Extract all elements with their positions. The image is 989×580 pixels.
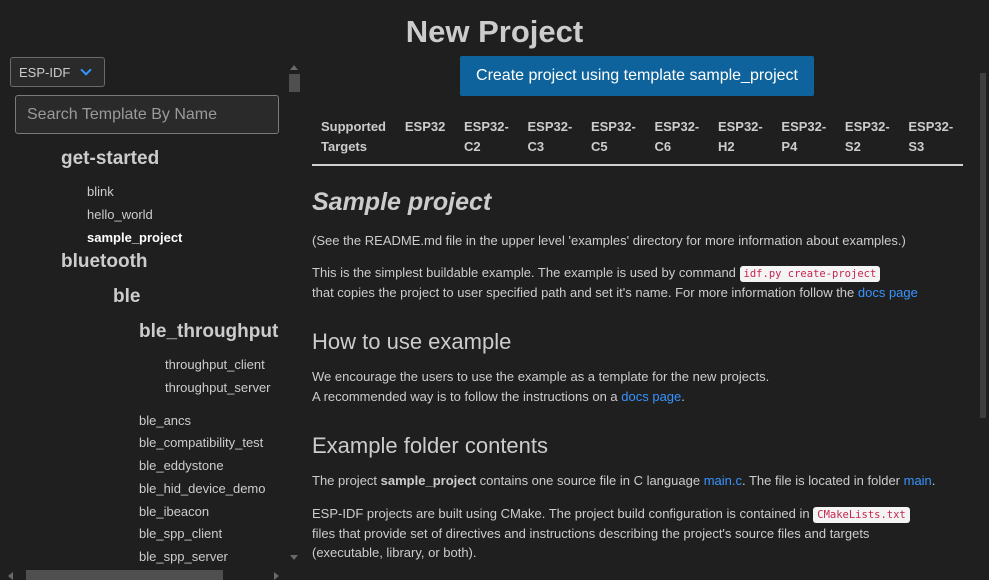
targets-header-line2: Targets xyxy=(321,139,367,154)
tree-item-ble-eddystone[interactable]: ble_eddystone xyxy=(139,458,224,473)
target-column-7: ESP32- S2 xyxy=(835,108,900,166)
tree-item-throughput-server[interactable]: throughput_server xyxy=(165,380,271,395)
target-column-0: ESP32 xyxy=(395,108,455,166)
target-label: C2 xyxy=(464,139,481,154)
f2-text-a: ESP-IDF projects are built using CMake. … xyxy=(312,506,814,521)
tree-item-ble-spp-server[interactable]: ble_spp_server xyxy=(139,549,228,564)
scroll-up-arrow-icon[interactable] xyxy=(290,65,298,70)
tree-item-blink[interactable]: blink xyxy=(87,184,114,199)
tree-folder-bluetooth[interactable]: bluetooth xyxy=(61,251,148,273)
docs-page-link-2[interactable]: docs page xyxy=(621,389,681,404)
tree-item-ble-spp-client[interactable]: ble_spp_client xyxy=(139,526,222,541)
how-2-text-b: . xyxy=(681,389,685,404)
how-to-use-text-1: We encourage the users to use the exampl… xyxy=(312,369,770,384)
f1-text-d: . xyxy=(931,473,936,488)
target-label: H2 xyxy=(717,139,735,154)
target-column-5: ESP32- H2 xyxy=(708,108,773,166)
target-label: P4 xyxy=(781,139,798,154)
target-label: C3 xyxy=(527,139,545,154)
readme-title: Sample project xyxy=(312,188,492,216)
targets-header-row: Supported Targets ESP32 ESP32- C2 ESP32- C3 E… xyxy=(312,108,963,166)
docs-page-link[interactable]: docs page xyxy=(858,285,918,300)
target-label: ESP32- xyxy=(654,119,700,134)
f1-text-a: The project xyxy=(312,473,381,488)
folder-contents-text-1: The project sample_project contains one … xyxy=(312,471,935,491)
template-list-scrollbar[interactable] xyxy=(289,74,300,92)
framework-select-value: ESP-IDF xyxy=(19,64,71,80)
readme-paragraph-1a: This is the simplest buildable example. … xyxy=(312,263,881,283)
readme-paragraph-1b: that copies the project to user specifie… xyxy=(312,283,918,303)
tree-folder-ble[interactable]: ble xyxy=(113,286,140,308)
target-label: C5 xyxy=(590,139,608,154)
targets-header-line1: Supported xyxy=(321,119,386,134)
target-label: ESP32- xyxy=(844,119,890,134)
readme-intro: (See the README.md file in the upper lev… xyxy=(312,233,906,248)
template-search-input[interactable] xyxy=(15,95,279,134)
page-title: New Project xyxy=(405,14,584,49)
target-label: C6 xyxy=(654,139,672,154)
template-list-hscrollbar[interactable] xyxy=(26,570,223,580)
target-label: ESP32- xyxy=(908,119,954,134)
folder-contents-text-2: ESP-IDF projects are built using CMake. … xyxy=(312,504,910,524)
target-column-8: ESP32- S3 xyxy=(899,108,963,166)
target-column-3: ESP32- C5 xyxy=(581,108,646,166)
framework-select[interactable]: ESP-IDF xyxy=(10,57,105,87)
tree-folder-ble-throughput[interactable]: ble_throughput xyxy=(139,321,278,343)
tree-item-sample-project[interactable]: sample_project xyxy=(87,230,182,245)
command-code: idf.py create-project xyxy=(739,266,881,282)
folder-contents-text-3: files that provide set of directives and… xyxy=(312,526,870,541)
target-label: ESP32 xyxy=(404,119,446,134)
tree-item-ble-compatibility-test[interactable]: ble_compatibility_test xyxy=(139,435,263,450)
targets-header-label: Supported Targets xyxy=(312,108,396,166)
target-label: ESP32- xyxy=(464,119,509,134)
target-label: S3 xyxy=(908,139,925,154)
scroll-down-arrow-icon[interactable] xyxy=(290,555,298,560)
scroll-right-arrow-icon[interactable] xyxy=(274,572,279,580)
chevron-down-icon xyxy=(80,64,92,76)
target-label: ESP32- xyxy=(717,119,763,134)
tree-item-ble-ibeacon[interactable]: ble_ibeacon xyxy=(139,504,209,519)
heading-how-to-use: How to use example xyxy=(312,329,512,354)
create-project-button[interactable]: Create project using template sample_pro… xyxy=(460,56,814,96)
tree-item-hello-world[interactable]: hello_world xyxy=(87,207,153,222)
content-scrollbar[interactable] xyxy=(980,73,986,418)
p1-text-a: This is the simplest buildable example. … xyxy=(312,265,740,280)
target-label: ESP32- xyxy=(590,119,636,134)
tree-item-ble-hid-device-demo[interactable]: ble_hid_device_demo xyxy=(139,481,265,496)
f1-project-name: sample_project xyxy=(380,473,477,488)
target-column-6: ESP32- P4 xyxy=(772,108,836,166)
supported-targets-table: Supported Targets ESP32 ESP32- C2 ESP32- C3 E… xyxy=(312,108,963,166)
heading-folder-contents: Example folder contents xyxy=(312,433,549,458)
f1-text-c: . The file is located in folder xyxy=(741,473,904,488)
tree-item-throughput-client[interactable]: throughput_client xyxy=(165,357,265,372)
folder-contents-text-4: (executable, library, or both). xyxy=(312,545,477,560)
scroll-left-arrow-icon[interactable] xyxy=(8,572,13,580)
cmakelists-code: CMakeLists.txt xyxy=(813,507,910,523)
target-column-4: ESP32- C6 xyxy=(645,108,709,166)
target-label: S2 xyxy=(844,139,861,154)
p1-text-b: that copies the project to user specifie… xyxy=(312,285,858,300)
target-column-1: ESP32- C2 xyxy=(455,108,519,166)
target-label: ESP32- xyxy=(527,119,573,134)
new-project-page: New Project ESP-IDF get-started blink he… xyxy=(0,0,989,580)
how-to-use-text-2: A recommended way is to follow the instr… xyxy=(312,387,685,407)
target-column-2: ESP32- C3 xyxy=(518,108,582,166)
main-folder-link[interactable]: main xyxy=(904,473,932,488)
main-c-link[interactable]: main.c xyxy=(704,473,742,488)
tree-folder-get-started[interactable]: get-started xyxy=(61,148,159,170)
how-2-text-a: A recommended way is to follow the instr… xyxy=(312,389,622,404)
target-label: ESP32- xyxy=(781,119,827,134)
tree-item-ble-ancs[interactable]: ble_ancs xyxy=(139,413,191,428)
f1-text-b: contains one source file in C language xyxy=(476,473,704,488)
